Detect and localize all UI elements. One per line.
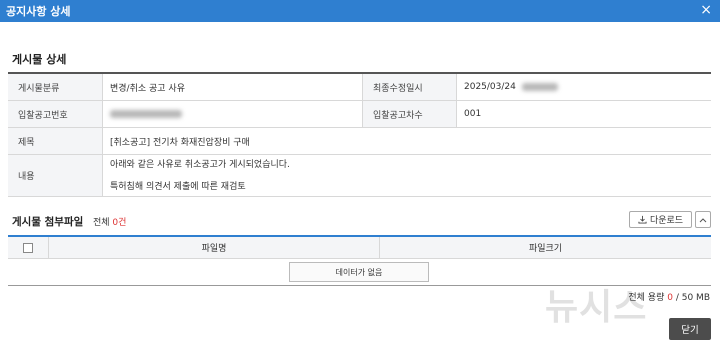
column-filename[interactable]: 파일명: [48, 237, 379, 258]
content-label: 내용: [8, 155, 102, 196]
close-icon[interactable]: ×: [700, 1, 712, 19]
download-label: 다운로드: [649, 216, 684, 226]
detail-table: 게시물분류 변경/취소 공고 사유 최종수정일시 2025/03/24 입찰공고…: [8, 72, 711, 197]
bid-round-label: 입찰공고차수: [362, 101, 456, 127]
empty-message: 데이터가 없음: [289, 262, 429, 282]
capacity-max: 50: [681, 293, 694, 303]
chevron-up-icon: [699, 217, 707, 222]
attachments-title: 게시물 첨부파일: [12, 216, 84, 228]
bid-no-label: 입찰공고번호: [8, 101, 102, 127]
modified-value: 2025/03/24: [464, 82, 516, 92]
select-all-checkbox-cell: [8, 237, 48, 258]
bid-no-value-cell: [102, 101, 362, 127]
attachments-total: 전체 0건: [93, 215, 126, 228]
watermark: 뉴시스: [545, 287, 648, 328]
subject-label: 제목: [8, 128, 102, 154]
detail-section-title: 게시물 상세: [12, 53, 67, 66]
detail-row-category: 게시물분류 변경/취소 공고 사유 최종수정일시 2025/03/24: [8, 74, 711, 101]
capacity-sep: /: [672, 293, 682, 303]
collapse-button[interactable]: [695, 211, 711, 228]
total-prefix: 전체: [93, 218, 113, 228]
subject-value: [취소공고] 전기차 화재진압장비 구매: [102, 128, 711, 154]
category-label: 게시물분류: [8, 74, 102, 100]
dialog-title: 공지사항 상세: [6, 5, 71, 18]
detail-row-subject: 제목 [취소공고] 전기차 화재진압장비 구매: [8, 128, 711, 155]
detail-row-content: 내용 아래와 같은 사유로 취소공고가 게시되었습니다. 특허침해 의견서 제출…: [8, 155, 711, 197]
attachments-header: 게시물 첨부파일 전체 0건 다운로드: [8, 208, 711, 232]
select-all-checkbox[interactable]: [23, 242, 33, 253]
capacity-unit: MB: [693, 293, 710, 303]
download-button[interactable]: 다운로드: [629, 211, 692, 228]
modified-value-cell: 2025/03/24: [456, 74, 711, 100]
redacted-bid-no: [110, 110, 182, 118]
content-line-1: 아래와 같은 사유로 취소공고가 게시되었습니다.: [110, 159, 290, 170]
attachments-table-header: 파일명 파일크기: [8, 237, 711, 259]
close-button[interactable]: 닫기: [669, 318, 711, 340]
total-count: 0건: [112, 218, 127, 228]
capacity-prefix: 전체 용량: [628, 293, 668, 303]
modified-label: 최종수정일시: [362, 74, 456, 100]
capacity-info: 전체 용량 0 / 50 MB: [628, 290, 710, 303]
dialog-titlebar: 공지사항 상세 ×: [0, 0, 720, 22]
bid-round-value: 001: [456, 101, 711, 127]
content-line-2: 특허침해 의견서 제출에 따른 재검토: [110, 181, 246, 192]
redacted-time: [521, 83, 558, 91]
content-value: 아래와 같은 사유로 취소공고가 게시되었습니다. 특허침해 의견서 제출에 따…: [102, 155, 711, 196]
column-filesize[interactable]: 파일크기: [379, 237, 711, 258]
download-icon: [638, 215, 647, 224]
category-value: 변경/취소 공고 사유: [102, 74, 362, 100]
detail-row-bid: 입찰공고번호 입찰공고차수 001: [8, 101, 711, 128]
